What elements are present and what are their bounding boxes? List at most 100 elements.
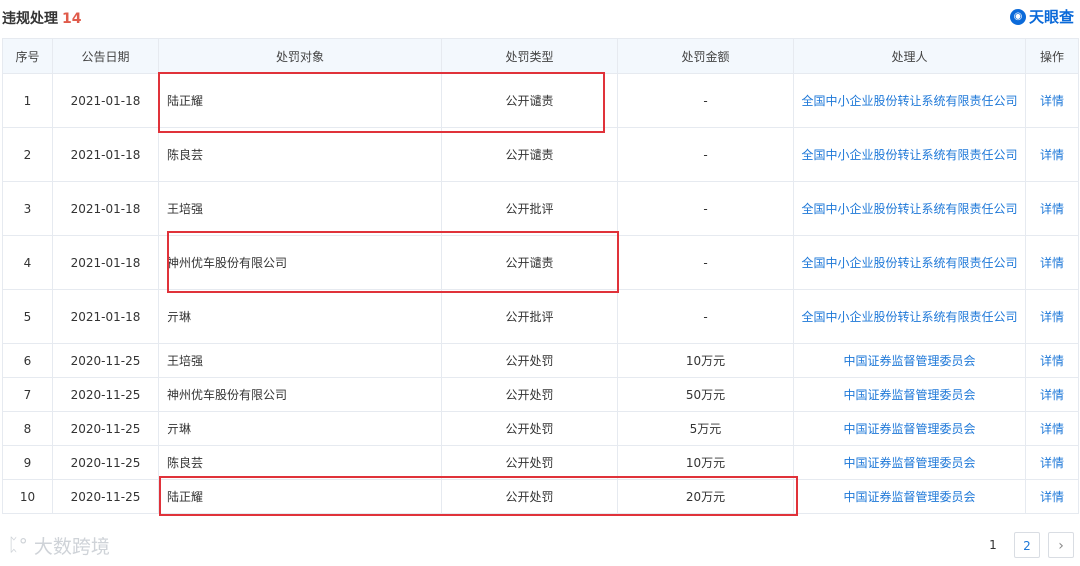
table-row: 4 2021-01-18 神州优车股份有限公司 公开谴责 - 全国中小企业股份转… <box>2 235 1079 290</box>
row-type: 公开处罚 <box>441 479 618 514</box>
watermark-logo-icon: ᛈ° <box>8 535 28 556</box>
row-target: 亓琳 <box>158 289 442 344</box>
row-no: 4 <box>2 235 53 290</box>
table-row: 2 2021-01-18 陈良芸 公开谴责 - 全国中小企业股份转让系统有限责任… <box>2 127 1079 182</box>
row-handler-link[interactable]: 中国证券监督管理委员会 <box>793 377 1026 412</box>
row-target: 王培强 <box>158 181 442 236</box>
row-type: 公开谴责 <box>441 235 618 290</box>
table-header-row: 序号 公告日期 处罚对象 处罚类型 处罚金额 处理人 操作 <box>2 38 1079 74</box>
violations-table: 序号 公告日期 处罚对象 处罚类型 处罚金额 处理人 操作 1 2021-01-… <box>2 38 1079 514</box>
col-header-handler: 处理人 <box>793 38 1026 74</box>
page-2-button[interactable]: 2 <box>1014 532 1040 558</box>
row-date: 2020-11-25 <box>52 445 159 480</box>
row-handler-link[interactable]: 全国中小企业股份转让系统有限责任公司 <box>793 73 1026 128</box>
row-detail-link[interactable]: 详情 <box>1025 343 1079 378</box>
row-amount: - <box>617 127 794 182</box>
row-type: 公开批评 <box>441 289 618 344</box>
row-date: 2020-11-25 <box>52 411 159 446</box>
row-target: 神州优车股份有限公司 <box>158 235 442 290</box>
row-no: 8 <box>2 411 53 446</box>
row-date: 2021-01-18 <box>52 73 159 128</box>
row-no: 1 <box>2 73 53 128</box>
col-header-target: 处罚对象 <box>158 38 442 74</box>
row-amount: 20万元 <box>617 479 794 514</box>
col-header-no: 序号 <box>2 38 53 74</box>
row-detail-link[interactable]: 详情 <box>1025 235 1079 290</box>
table-row: 3 2021-01-18 王培强 公开批评 - 全国中小企业股份转让系统有限责任… <box>2 181 1079 236</box>
col-header-amount: 处罚金额 <box>617 38 794 74</box>
section-title: 违规处理 14 <box>2 8 81 28</box>
table-row: 5 2021-01-18 亓琳 公开批评 - 全国中小企业股份转让系统有限责任公… <box>2 289 1079 344</box>
row-date: 2021-01-18 <box>52 181 159 236</box>
section-title-text: 违规处理 <box>2 11 58 27</box>
row-no: 6 <box>2 343 53 378</box>
row-no: 9 <box>2 445 53 480</box>
table-row: 8 2020-11-25 亓琳 公开处罚 5万元 中国证券监督管理委员会 详情 <box>2 411 1079 446</box>
row-detail-link[interactable]: 详情 <box>1025 73 1079 128</box>
row-date: 2021-01-18 <box>52 289 159 344</box>
row-detail-link[interactable]: 详情 <box>1025 289 1079 344</box>
pagination: 1 2 › <box>980 532 1074 558</box>
row-type: 公开处罚 <box>441 343 618 378</box>
row-date: 2021-01-18 <box>52 235 159 290</box>
row-amount: - <box>617 289 794 344</box>
row-handler-link[interactable]: 中国证券监督管理委员会 <box>793 445 1026 480</box>
row-target: 王培强 <box>158 343 442 378</box>
violation-count: 14 <box>62 11 82 27</box>
row-amount: - <box>617 235 794 290</box>
page-1-button[interactable]: 1 <box>980 532 1006 558</box>
row-target: 陈良芸 <box>158 127 442 182</box>
row-handler-link[interactable]: 全国中小企业股份转让系统有限责任公司 <box>793 181 1026 236</box>
row-amount: - <box>617 73 794 128</box>
section-header: 违规处理 14 ◉ 天眼查 <box>0 0 1080 36</box>
row-detail-link[interactable]: 详情 <box>1025 411 1079 446</box>
eye-logo-icon: ◉ <box>1009 8 1026 25</box>
table-row: 1 2021-01-18 陆正耀 公开谴责 - 全国中小企业股份转让系统有限责任… <box>2 73 1079 128</box>
table-row: 10 2020-11-25 陆正耀 公开处罚 20万元 中国证券监督管理委员会 … <box>2 479 1079 514</box>
row-detail-link[interactable]: 详情 <box>1025 181 1079 236</box>
row-date: 2020-11-25 <box>52 377 159 412</box>
row-target: 陈良芸 <box>158 445 442 480</box>
row-amount: 50万元 <box>617 377 794 412</box>
row-type: 公开处罚 <box>441 377 618 412</box>
row-target: 神州优车股份有限公司 <box>158 377 442 412</box>
next-page-icon[interactable]: › <box>1048 532 1074 558</box>
row-handler-link[interactable]: 全国中小企业股份转让系统有限责任公司 <box>793 127 1026 182</box>
row-no: 5 <box>2 289 53 344</box>
row-handler-link[interactable]: 中国证券监督管理委员会 <box>793 411 1026 446</box>
row-detail-link[interactable]: 详情 <box>1025 127 1079 182</box>
row-amount: 10万元 <box>617 343 794 378</box>
row-no: 7 <box>2 377 53 412</box>
table-row: 9 2020-11-25 陈良芸 公开处罚 10万元 中国证券监督管理委员会 详… <box>2 445 1079 480</box>
table-row: 7 2020-11-25 神州优车股份有限公司 公开处罚 50万元 中国证券监督… <box>2 377 1079 412</box>
row-detail-link[interactable]: 详情 <box>1025 377 1079 412</box>
row-type: 公开处罚 <box>441 411 618 446</box>
row-date: 2020-11-25 <box>52 479 159 514</box>
row-detail-link[interactable]: 详情 <box>1025 479 1079 514</box>
row-date: 2020-11-25 <box>52 343 159 378</box>
col-header-type: 处罚类型 <box>441 38 618 74</box>
row-type: 公开处罚 <box>441 445 618 480</box>
brand-logo: ◉ 天眼查 <box>1009 6 1074 27</box>
row-amount: 5万元 <box>617 411 794 446</box>
brand-name: 天眼查 <box>1028 8 1074 26</box>
row-type: 公开谴责 <box>441 127 618 182</box>
row-amount: - <box>617 181 794 236</box>
row-no: 2 <box>2 127 53 182</box>
row-detail-link[interactable]: 详情 <box>1025 445 1079 480</box>
row-handler-link[interactable]: 中国证券监督管理委员会 <box>793 343 1026 378</box>
row-handler-link[interactable]: 全国中小企业股份转让系统有限责任公司 <box>793 235 1026 290</box>
row-handler-link[interactable]: 全国中小企业股份转让系统有限责任公司 <box>793 289 1026 344</box>
row-no: 10 <box>2 479 53 514</box>
table-row: 6 2020-11-25 王培强 公开处罚 10万元 中国证券监督管理委员会 详… <box>2 343 1079 378</box>
row-amount: 10万元 <box>617 445 794 480</box>
row-date: 2021-01-18 <box>52 127 159 182</box>
row-target: 陆正耀 <box>158 73 442 128</box>
row-type: 公开批评 <box>441 181 618 236</box>
row-type: 公开谴责 <box>441 73 618 128</box>
row-target: 陆正耀 <box>158 479 442 514</box>
watermark: ᛈ° 大数跨境 <box>8 532 110 559</box>
col-header-date: 公告日期 <box>52 38 159 74</box>
row-handler-link[interactable]: 中国证券监督管理委员会 <box>793 479 1026 514</box>
col-header-op: 操作 <box>1025 38 1079 74</box>
